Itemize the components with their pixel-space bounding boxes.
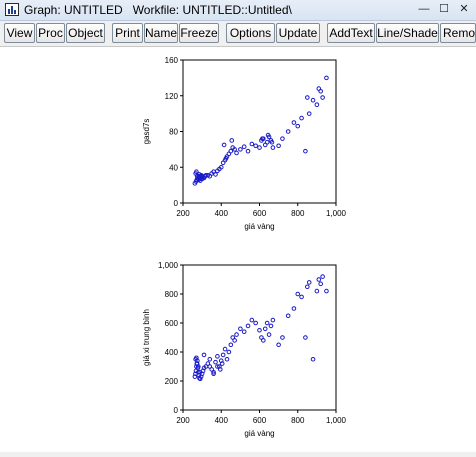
remove-button[interactable]: Remo: [440, 23, 476, 43]
y-tick-label: 800: [165, 290, 179, 299]
x-tick-label: 400: [215, 416, 229, 425]
graph-canvas: 200 400 600 800 1,000 0 40 80 120 160 giá vàng gasd…: [0, 47, 476, 452]
y-axis-label: giá xi trung bình: [142, 309, 151, 366]
y-tick-label: 160: [165, 56, 179, 65]
x-tick-label: 200: [176, 209, 190, 218]
maximize-button[interactable]: ☐: [436, 3, 452, 16]
x-axis-label: giá vàng: [244, 222, 274, 231]
y-tick-label: 0: [174, 199, 179, 208]
window-title: Graph: UNTITLED Workfile: UNTITLED::Unti…: [24, 3, 292, 17]
addtext-button[interactable]: AddText: [327, 23, 375, 43]
object-button[interactable]: Object: [66, 23, 105, 43]
freeze-button[interactable]: Freeze: [179, 23, 219, 43]
options-button[interactable]: Options: [226, 23, 275, 43]
minimize-button[interactable]: —: [416, 3, 432, 16]
x-tick-label: 400: [215, 209, 229, 218]
y-tick-label: 120: [165, 92, 179, 101]
graph-icon: [5, 3, 19, 16]
y-tick-label: 400: [165, 348, 179, 357]
close-button[interactable]: ✕: [456, 3, 472, 16]
y-tick-label: 200: [165, 377, 179, 386]
x-tick-label: 1,000: [326, 209, 347, 218]
name-button[interactable]: Name: [144, 23, 178, 43]
y-tick-label: 40: [169, 163, 178, 172]
y-tick-label: 600: [165, 319, 179, 328]
y-tick-label: 80: [169, 128, 178, 137]
toolbar: View Proc Object Print Name Freeze Optio…: [0, 21, 476, 47]
proc-button[interactable]: Proc: [36, 23, 65, 43]
scatter-chart-bottom: 200 400 600 800 1,00002004006008001,000giá v…: [142, 261, 347, 438]
title-bar: Graph: UNTITLED Workfile: UNTITLED::Unti…: [0, 0, 476, 21]
y-tick-label: 1,000: [158, 261, 179, 270]
plot-frame: [182, 59, 337, 204]
y-axis-label: gasd7s: [142, 119, 151, 145]
x-tick-label: 600: [253, 209, 267, 218]
x-tick-label: 600: [253, 416, 267, 425]
x-axis-label: giá vàng: [244, 429, 274, 438]
line-shade-button[interactable]: Line/Shade: [376, 23, 439, 43]
update-button[interactable]: Update: [276, 23, 320, 43]
print-button[interactable]: Print: [112, 23, 143, 43]
x-tick-label: 800: [291, 416, 305, 425]
view-button[interactable]: View: [4, 23, 35, 43]
scatter-chart-top: 200 400 600 800 1,000 0 40 80 120 160 giá vàng gasd…: [142, 56, 347, 231]
x-tick-label: 200: [176, 416, 190, 425]
charts-svg: 200 400 600 800 1,000 0 40 80 120 160 giá vàng gasd…: [142, 56, 347, 438]
y-tick-label: 0: [174, 406, 179, 415]
x-tick-label: 1,000: [326, 416, 347, 425]
x-tick-label: 800: [291, 209, 305, 218]
